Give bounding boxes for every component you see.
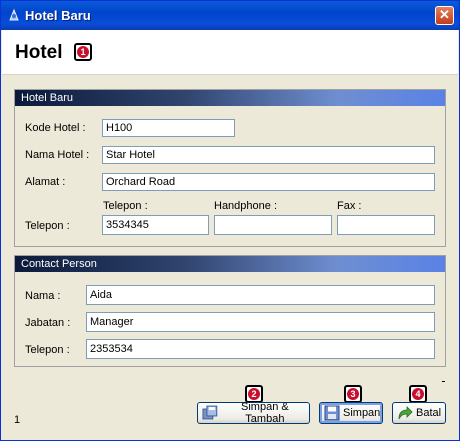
nama-hotel-input[interactable] [102, 146, 435, 164]
kode-hotel-input[interactable] [102, 119, 235, 137]
simpan-button[interactable]: Simpan [319, 402, 383, 424]
callout-badge-3: 3 [344, 385, 362, 403]
separator-mark [442, 381, 445, 382]
alamat-input[interactable] [102, 173, 435, 191]
batal-label: Batal [416, 407, 442, 419]
batal-button[interactable]: Batal [392, 402, 446, 424]
app-icon [9, 8, 19, 21]
save-icon [324, 405, 340, 421]
page-header: Hotel 1 [2, 30, 458, 75]
contact-panel-title: Contact Person [15, 256, 445, 272]
handphone-input[interactable] [214, 215, 332, 235]
contact-nama-label: Nama : [25, 290, 61, 302]
kode-hotel-label: Kode Hotel : [25, 122, 86, 134]
window-title: Hotel Baru [25, 8, 91, 23]
cancel-arrow-icon [398, 406, 413, 420]
callout-badge-1: 1 [74, 43, 92, 61]
close-button[interactable]: ✕ [435, 6, 454, 25]
dialog-window: Hotel Baru ✕ Hotel 1 Hotel Baru Kode Hot… [0, 0, 460, 441]
contact-nama-input[interactable] [86, 285, 435, 305]
telepon-sub-label: Telepon : [103, 200, 148, 212]
status-text: 1 [14, 414, 21, 426]
fax-label: Fax : [337, 200, 362, 212]
alamat-label: Alamat : [25, 176, 66, 188]
page-title: Hotel [15, 42, 63, 63]
hotel-panel-title: Hotel Baru [15, 90, 445, 106]
simpan-label: Simpan [343, 407, 381, 419]
simpan-tambah-label: Simpan & Tambah [241, 401, 289, 425]
close-icon: ✕ [439, 7, 450, 22]
telepon-row-label: Telepon : [25, 220, 70, 232]
jabatan-input[interactable] [86, 312, 435, 332]
handphone-label: Handphone : [214, 200, 277, 212]
contact-panel: Contact Person Nama : Jabatan : Telepon … [14, 255, 446, 367]
save-add-icon [202, 405, 218, 420]
contact-telepon-label: Telepon : [25, 344, 70, 356]
jabatan-label: Jabatan : [25, 317, 71, 329]
fax-input[interactable] [337, 215, 435, 235]
contact-telepon-input[interactable] [86, 339, 435, 359]
telepon-input[interactable] [102, 215, 209, 235]
callout-badge-4: 4 [409, 385, 427, 403]
simpan-tambah-button[interactable]: Simpan & Tambah [197, 401, 310, 425]
title-bar[interactable]: Hotel Baru ✕ [1, 1, 459, 30]
hotel-panel: Hotel Baru Kode Hotel : Nama Hotel : Ala… [14, 89, 446, 247]
nama-hotel-label: Nama Hotel : [25, 149, 90, 161]
